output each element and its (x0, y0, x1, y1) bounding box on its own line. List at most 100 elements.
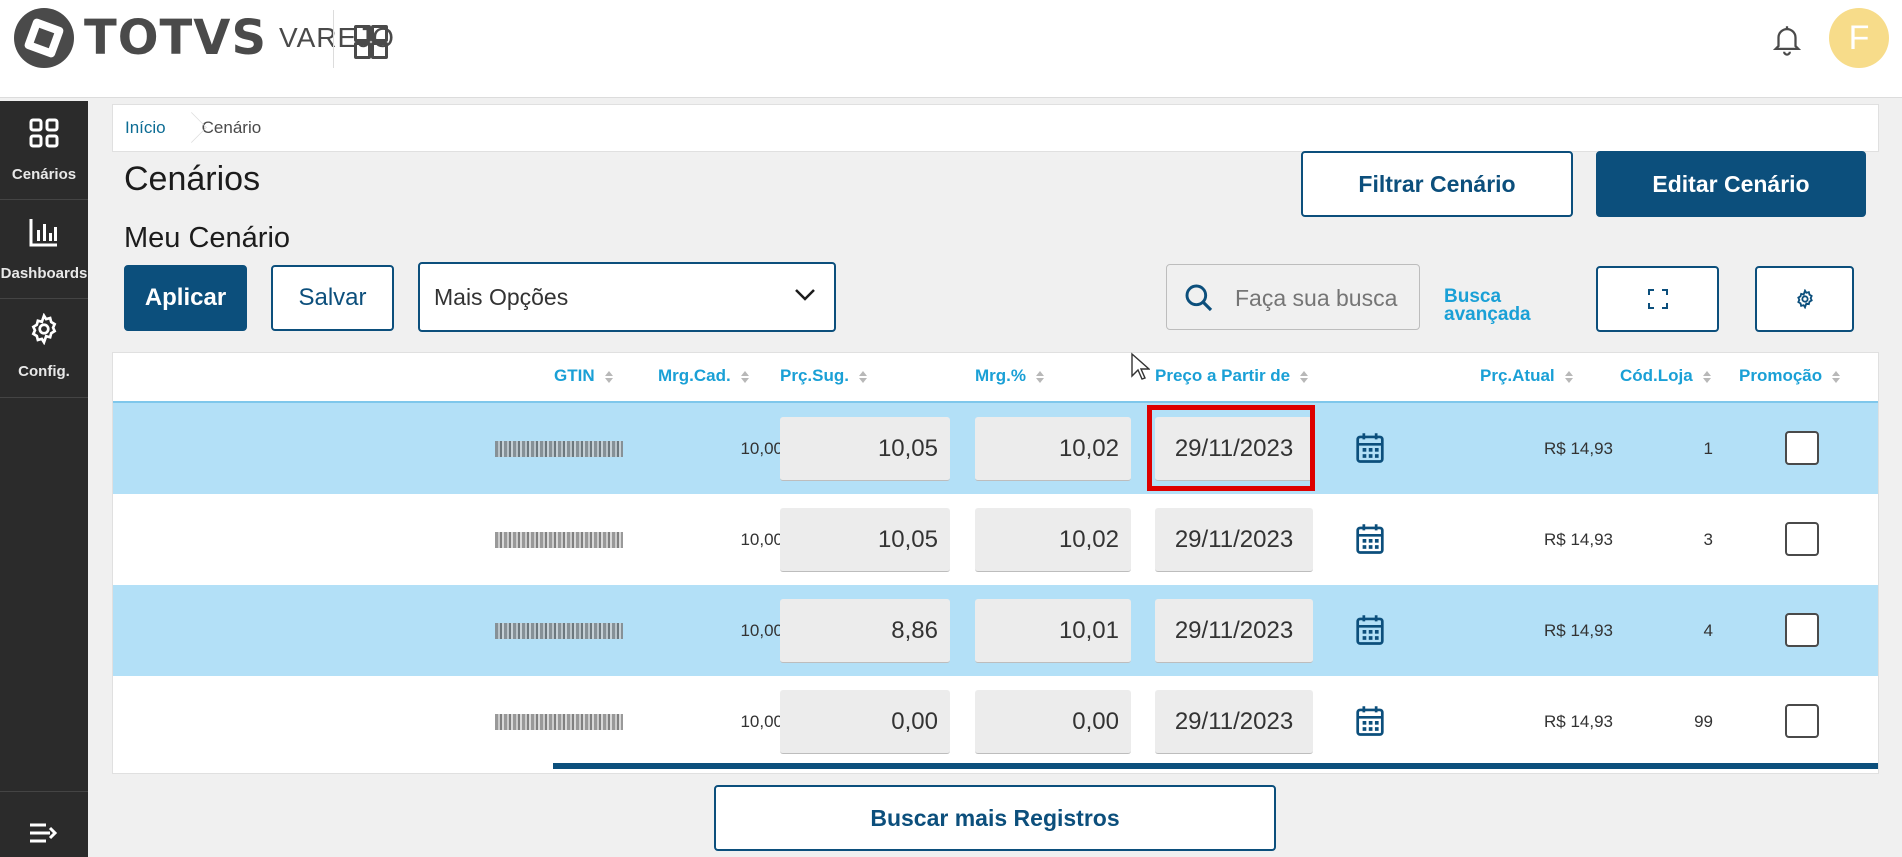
mrg-cad-value: 10,00 (740, 530, 783, 549)
prc-sug-input[interactable]: 0,00 (780, 690, 950, 754)
chevron-down-icon (795, 289, 815, 301)
gear-icon (31, 313, 57, 345)
col-header-mrg-pct[interactable]: Mrg.% (975, 366, 1044, 386)
calendar-icon[interactable] (1355, 614, 1385, 646)
prc-atual-value: R$ 14,93 (1544, 621, 1613, 640)
date-input[interactable]: 29/11/2023 (1155, 599, 1313, 663)
notification-bell-icon[interactable] (1770, 22, 1804, 56)
sidebar-item-label: Config. (18, 363, 70, 380)
table-row[interactable]: 10,00 10,05 10,02 29/11/2023 R$ 14,93 1 (113, 403, 1878, 494)
mrg-cad-value: 10,00 (740, 621, 783, 640)
grid-icon (29, 118, 59, 148)
filter-scenario-button[interactable]: Filtrar Cenário (1301, 151, 1573, 217)
breadcrumb-separator (182, 105, 196, 151)
scenario-subtitle: Meu Cenário (124, 222, 291, 254)
date-input[interactable]: 29/11/2023 (1155, 508, 1313, 572)
apps-grid-icon[interactable] (354, 25, 388, 59)
highlight-box (1147, 405, 1315, 491)
promocao-checkbox[interactable] (1785, 613, 1819, 647)
sort-icon (1702, 370, 1711, 383)
advanced-search-line2: avançada (1444, 304, 1531, 325)
mrg-cad-value: 10,00 (740, 712, 783, 731)
col-header-prc-sug[interactable]: Prç.Sug. (780, 366, 867, 386)
calendar-icon[interactable] (1355, 705, 1385, 737)
table-row[interactable]: 10,00 8,86 10,01 29/11/2023 R$ 14,93 4 (113, 585, 1878, 676)
search-field[interactable] (1166, 264, 1420, 330)
sort-icon (1300, 370, 1309, 383)
bar-chart-icon (29, 219, 57, 247)
settings-button[interactable] (1755, 266, 1854, 332)
mrg-pct-input[interactable]: 10,01 (975, 599, 1131, 663)
date-input[interactable]: 29/11/2023 (1155, 690, 1313, 754)
logo-text: TOTVS (84, 10, 268, 66)
table-row[interactable]: 10,00 0,00 0,00 29/11/2023 R$ 14,93 99 (113, 676, 1878, 767)
col-header-prc-atual[interactable]: Prç.Atual (1480, 366, 1573, 386)
col-header-preco-partir[interactable]: Preço a Partir de (1155, 366, 1309, 386)
mrg-pct-input[interactable]: 10,02 (975, 508, 1131, 572)
sort-icon (858, 370, 867, 383)
load-more-records-button[interactable]: Buscar mais Registros (714, 785, 1276, 851)
sort-icon (740, 370, 749, 383)
col-label: Prç.Sug. (780, 366, 849, 385)
mrg-pct-input[interactable]: 10,02 (975, 417, 1131, 481)
calendar-icon[interactable] (1355, 432, 1385, 464)
gear-icon (1796, 289, 1813, 309)
gtin-redacted (483, 714, 623, 730)
fullscreen-button[interactable] (1596, 266, 1719, 332)
mrg-pct-input[interactable]: 0,00 (975, 690, 1131, 754)
prc-sug-input[interactable]: 10,05 (780, 508, 950, 572)
cod-loja-value: 1 (1703, 439, 1713, 458)
apply-button[interactable]: Aplicar (124, 265, 247, 331)
promocao-checkbox[interactable] (1785, 522, 1819, 556)
prc-atual-value: R$ 14,93 (1544, 712, 1613, 731)
col-header-promocao[interactable]: Promoção (1739, 366, 1841, 386)
col-label: Promoção (1739, 366, 1823, 385)
more-options-select[interactable]: Mais Opções (418, 262, 836, 332)
sidebar-item-cenarios[interactable]: Cenários (0, 101, 88, 200)
prc-sug-input[interactable]: 8,86 (780, 599, 950, 663)
sort-icon (1564, 370, 1573, 383)
top-bar: TOTVS VAREJO F (0, 0, 1902, 98)
breadcrumb: Início Cenário (112, 104, 1879, 152)
breadcrumb-home-link[interactable]: Início (113, 118, 182, 138)
save-button[interactable]: Salvar (271, 265, 394, 331)
prc-atual-value: R$ 14,93 (1544, 530, 1613, 549)
search-icon (1185, 284, 1213, 312)
mrg-cad-value: 10,00 (740, 439, 783, 458)
col-label: GTIN (554, 366, 595, 385)
sort-icon (604, 370, 613, 383)
cod-loja-value: 99 (1694, 712, 1713, 731)
col-label: Mrg.Cad. (658, 366, 731, 385)
calendar-icon[interactable] (1355, 523, 1385, 555)
advanced-search-link[interactable]: Busca avançada (1444, 287, 1531, 325)
col-label: Mrg.% (975, 366, 1026, 385)
totvs-logo[interactable]: TOTVS VAREJO (14, 8, 395, 68)
collapse-menu-icon[interactable] (28, 821, 58, 845)
cod-loja-value: 3 (1703, 530, 1713, 549)
scenario-table: GTIN Mrg.Cad. Prç.Sug. Mrg.% Preço a Par… (112, 352, 1879, 774)
prc-atual-value: R$ 14,93 (1544, 439, 1613, 458)
fullscreen-icon (1647, 289, 1668, 309)
col-label: Prç.Atual (1480, 366, 1555, 385)
user-avatar[interactable]: F (1829, 8, 1889, 68)
col-label: Cód.Loja (1620, 366, 1693, 385)
search-input[interactable] (1233, 279, 1407, 317)
sidebar-item-dashboards[interactable]: Dashboards (0, 200, 88, 299)
promocao-checkbox[interactable] (1785, 704, 1819, 738)
select-value: Mais Opções (434, 283, 569, 310)
col-header-cod-loja[interactable]: Cód.Loja (1620, 366, 1711, 386)
col-header-mrg-cad[interactable]: Mrg.Cad. (658, 366, 749, 386)
col-header-gtin[interactable]: GTIN (554, 366, 613, 386)
header-divider (333, 10, 334, 68)
gtin-redacted (483, 532, 623, 548)
page-title: Cenários (124, 160, 261, 198)
edit-scenario-button[interactable]: Editar Cenário (1596, 151, 1866, 217)
horizontal-scrollbar[interactable] (553, 763, 1878, 769)
cod-loja-value: 4 (1703, 621, 1713, 640)
table-row[interactable]: 10,00 10,05 10,02 29/11/2023 R$ 14,93 3 (113, 494, 1878, 585)
sidebar-divider (0, 791, 88, 792)
sidebar-item-config[interactable]: Config. (0, 299, 88, 398)
promocao-checkbox[interactable] (1785, 431, 1819, 465)
prc-sug-input[interactable]: 10,05 (780, 417, 950, 481)
sort-icon (1832, 370, 1841, 383)
